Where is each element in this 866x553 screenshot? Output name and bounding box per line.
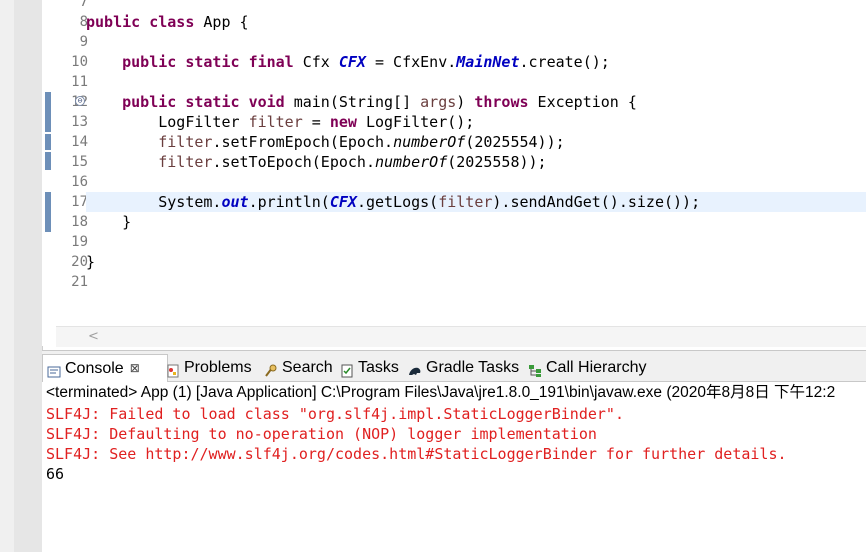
- console-icon: [47, 362, 61, 377]
- close-icon[interactable]: ⊠: [130, 356, 140, 381]
- overview-ruler: [42, 0, 56, 346]
- tab-call-hierarchy[interactable]: Call Hierarchy: [528, 355, 646, 380]
- console-output-line: SLF4J: Defaulting to no-operation (NOP) …: [46, 425, 597, 443]
- line-number: 20: [71, 254, 88, 270]
- code-editor[interactable]: 7 8 9 10 11 12 13 14 15 16 17 18 19 20 2…: [42, 0, 866, 347]
- tasks-icon: [340, 361, 354, 377]
- line-number: 17: [71, 194, 88, 210]
- left-side-panel: [14, 0, 43, 552]
- tab-problems[interactable]: Problems: [166, 355, 252, 380]
- line-number: 19: [71, 234, 88, 250]
- collapse-fold-icon[interactable]: ⊖: [75, 96, 85, 106]
- diff-marker: [45, 92, 51, 132]
- code-line-13: LogFilter filter = new LogFilter();: [158, 113, 475, 131]
- line-number: 21: [71, 274, 88, 290]
- call-hierarchy-icon: [528, 361, 542, 377]
- code-line-8: public class App {: [86, 13, 249, 31]
- view-tab-bar: Console ⊠ Problems Search Tasks Gradle T…: [42, 351, 866, 382]
- diff-marker: [45, 134, 51, 150]
- left-window-edge: [0, 0, 14, 552]
- line-number-gutter: 7 8 9 10 11 12 13 14 15 16 17 18 19 20 2…: [56, 0, 88, 326]
- search-icon: [264, 361, 278, 377]
- code-line-14: filter.setFromEpoch(Epoch.numberOf(20255…: [158, 133, 565, 151]
- gradle-icon: [408, 361, 422, 375]
- console-output-line: SLF4J: Failed to load class "org.slf4j.i…: [46, 405, 624, 423]
- tab-console[interactable]: Console ⊠: [42, 354, 168, 382]
- tab-tasks[interactable]: Tasks: [340, 355, 399, 380]
- code-line-10: public static final Cfx CFX = CfxEnv.Mai…: [122, 53, 610, 71]
- line-number: 10: [71, 54, 88, 70]
- tab-gradle-tasks[interactable]: Gradle Tasks: [408, 355, 519, 380]
- scroll-left-arrow-icon[interactable]: <: [88, 329, 99, 344]
- tab-search[interactable]: Search: [264, 355, 333, 380]
- line-number: 16: [71, 174, 88, 190]
- line-number: 13: [71, 114, 88, 130]
- diff-marker: [45, 192, 51, 232]
- line-number: 14: [71, 134, 88, 150]
- code-line-17: System.out.println(CFX.getLogs(filter).s…: [86, 192, 866, 212]
- code-line-20: }: [86, 253, 96, 271]
- code-line-12: public static void main(String[] args) t…: [122, 93, 637, 111]
- console-view: Console ⊠ Problems Search Tasks Gradle T…: [42, 350, 866, 553]
- code-line-18: }: [122, 213, 132, 231]
- line-number: 8: [79, 14, 88, 30]
- code-text-area[interactable]: public class App { public static final C…: [86, 0, 866, 326]
- line-number: 15: [71, 154, 88, 170]
- line-number: 9: [79, 34, 88, 50]
- console-output-line: SLF4J: See http://www.slf4j.org/codes.ht…: [46, 445, 787, 463]
- horizontal-scrollbar[interactable]: <: [56, 326, 866, 347]
- code-line-15: filter.setToEpoch(Epoch.numberOf(2025558…: [158, 153, 547, 171]
- problems-icon: [166, 361, 180, 377]
- line-number: 11: [71, 74, 88, 90]
- console-output-line: 66: [46, 465, 65, 483]
- diff-marker: [45, 152, 51, 170]
- line-number: 18: [71, 214, 88, 230]
- process-status-line: <terminated> App (1) [Java Application] …: [46, 384, 836, 401]
- line-number: 7: [79, 0, 88, 10]
